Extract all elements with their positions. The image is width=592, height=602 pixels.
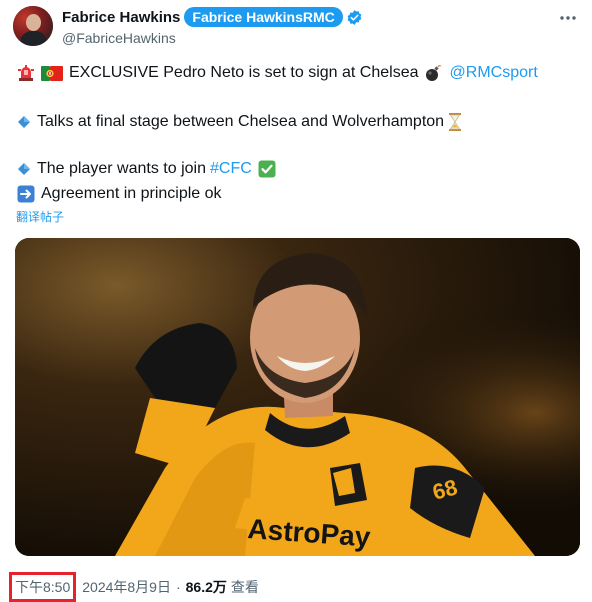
tweet-line-4-text: Agreement in principle ok <box>41 185 222 202</box>
right-arrow-icon <box>17 185 35 203</box>
tweet-line-1: EXCLUSIVE Pedro Neto is set to sign at C… <box>17 64 538 82</box>
tweet-footer: 下午8:50 2024年8月9日 · 86.2万 查看 <box>9 572 259 602</box>
hashtag-link[interactable]: #CFC <box>210 160 252 178</box>
tweet-line-2: Talks at final stage between Chelsea and… <box>17 113 468 131</box>
diamond-icon <box>17 162 31 176</box>
translate-post-link[interactable]: 翻译帖子 <box>16 208 64 225</box>
portugal-flag-icon <box>41 65 63 81</box>
tweet-line-1-text: EXCLUSIVE Pedro Neto is set to sign at C… <box>69 64 419 81</box>
mention-link[interactable]: @RMCsport <box>450 64 538 82</box>
tweet-line-4: Agreement in principle ok <box>17 185 222 203</box>
tweet-line-3-text: The player wants to join <box>37 160 206 177</box>
footer-separator: · <box>175 579 181 595</box>
author-avatar[interactable] <box>13 6 53 46</box>
tweet-header: Fabrice Hawkins Fabrice HawkinsRMC <box>62 7 363 27</box>
affiliate-badge[interactable]: Fabrice HawkinsRMC <box>184 7 343 27</box>
views-label: 查看 <box>230 579 259 595</box>
tweet-line-2-text: Talks at final stage between Chelsea and… <box>37 113 445 130</box>
tweet-photo[interactable]: 68 AstroPay <box>15 238 580 556</box>
verified-badge-icon[interactable] <box>346 9 363 26</box>
tweet-time[interactable]: 下午8:50 <box>9 572 77 602</box>
check-mark-icon <box>258 160 276 178</box>
more-options-icon[interactable] <box>558 8 578 28</box>
tweet-date[interactable]: 2024年8月9日 <box>82 577 171 597</box>
author-name[interactable]: Fabrice Hawkins <box>62 9 180 26</box>
views-count: 86.2万 <box>185 579 227 595</box>
diamond-icon <box>17 115 31 129</box>
siren-icon <box>17 64 35 82</box>
tweet-line-3: The player wants to join #CFC <box>17 160 282 178</box>
author-handle[interactable]: @FabriceHawkins <box>62 30 176 46</box>
hourglass-icon <box>448 113 462 131</box>
bomb-icon <box>424 64 442 82</box>
